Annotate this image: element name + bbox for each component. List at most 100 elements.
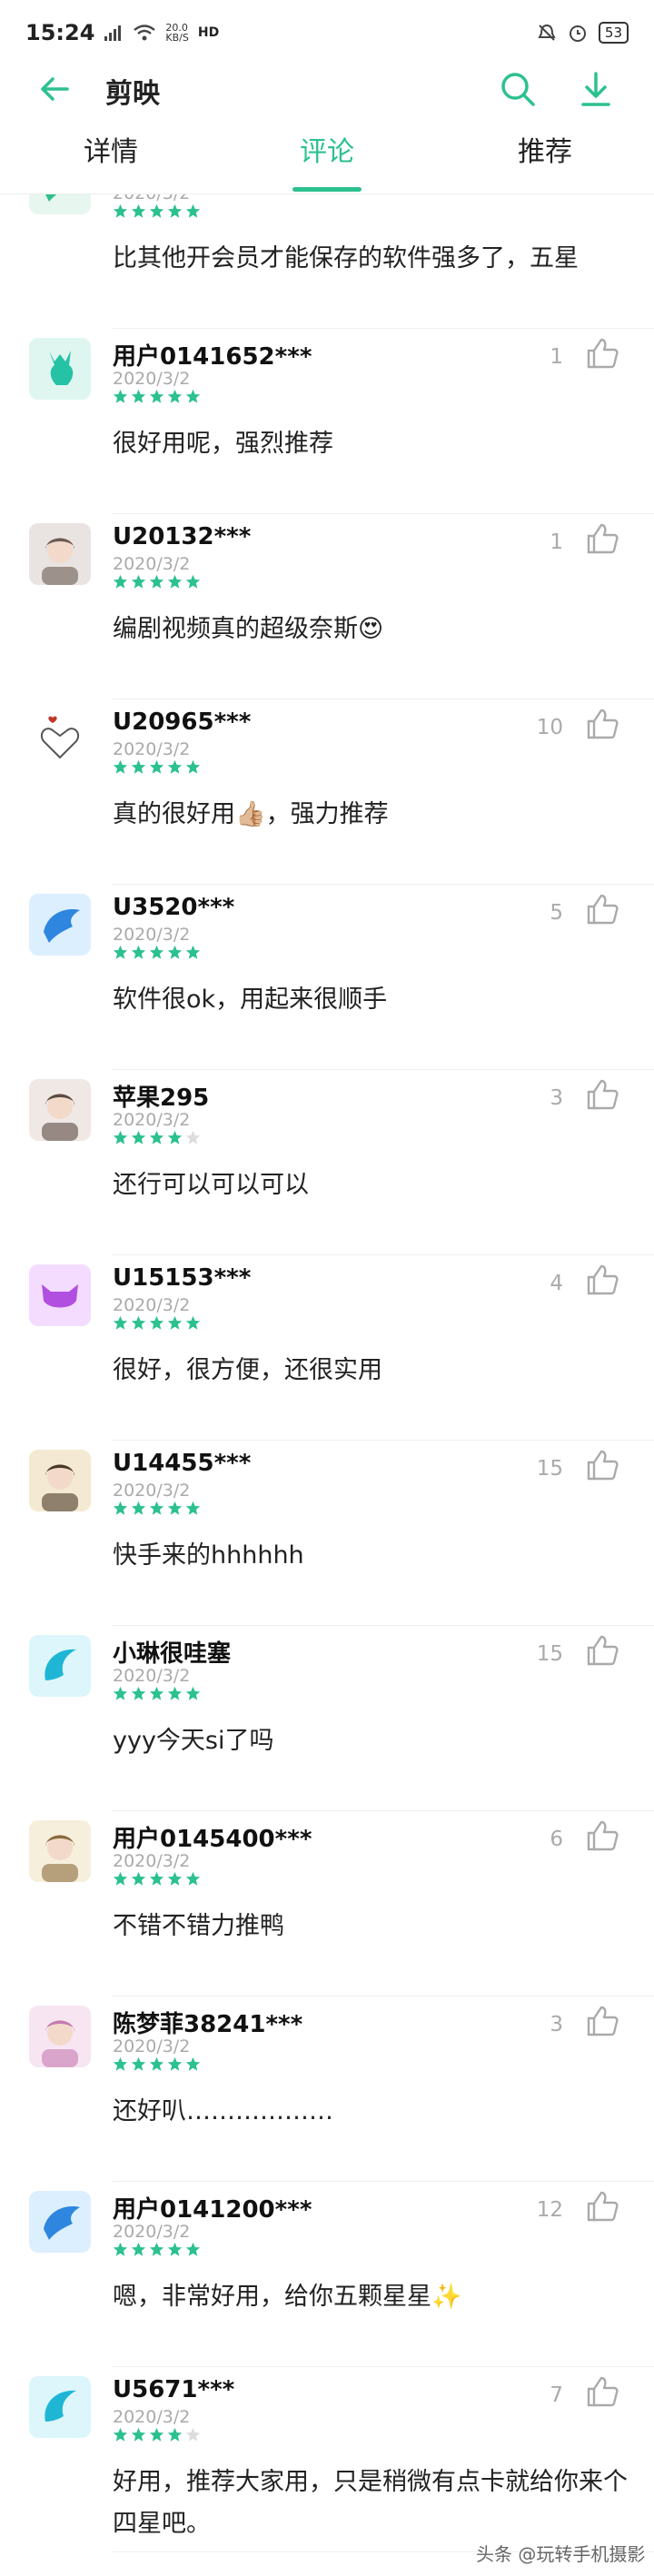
star-icon (149, 1686, 164, 1700)
rating-stars (113, 2427, 201, 2443)
star-icon (113, 574, 128, 589)
thumbs-up-icon[interactable] (585, 892, 619, 926)
avatar[interactable] (29, 194, 91, 214)
thumbs-up-icon[interactable] (585, 1448, 619, 1482)
star-icon (167, 759, 183, 774)
signal-icon (104, 25, 122, 41)
like-count: 3 (550, 1086, 563, 1110)
star-icon (185, 389, 201, 403)
page-title: 剪映 (105, 78, 160, 110)
thumbs-up-icon[interactable] (585, 1633, 619, 1668)
star-icon (149, 2427, 164, 2442)
star-icon (113, 1501, 128, 1515)
avatar[interactable] (29, 1264, 91, 1326)
thumbs-up-icon[interactable] (585, 1077, 619, 1112)
star-icon (185, 1501, 201, 1515)
review-content: 嗯，非常好用，给你五颗星星✨ (113, 2283, 462, 2311)
star-icon (149, 2056, 164, 2071)
review-date: 2020/3/2 (113, 1666, 191, 1686)
star-icon (131, 2056, 146, 2071)
avatar[interactable] (29, 2376, 91, 2438)
review-date: 2020/3/2 (113, 1295, 191, 1315)
like-count: 1 (550, 345, 563, 369)
star-icon (167, 1871, 183, 1886)
review-date: 2020/3/2 (113, 369, 191, 389)
avatar[interactable] (29, 523, 91, 585)
star-icon (167, 945, 183, 959)
star-icon (113, 2056, 128, 2071)
rating-stars (113, 1315, 201, 1332)
thumbs-up-icon[interactable] (585, 2374, 619, 2409)
search-icon[interactable] (498, 69, 538, 109)
star-icon (113, 945, 128, 959)
status-time: 15:24 (25, 20, 95, 45)
thumbs-up-icon[interactable] (585, 1818, 619, 1853)
thumbs-up-icon[interactable] (585, 336, 619, 371)
star-icon (167, 1501, 183, 1515)
download-icon[interactable] (576, 69, 616, 109)
like-count: 6 (550, 1828, 563, 1851)
like-count: 15 (536, 1642, 563, 1666)
like-count: 3 (550, 2013, 563, 2036)
review-username: 用户0141200*** (113, 2196, 312, 2224)
star-icon (185, 945, 201, 959)
review-item: U20132*** 2020/3/2 编剧视频真的超级奈斯😍 1 (0, 514, 654, 699)
review-username: 用户0141652*** (113, 343, 312, 371)
avatar[interactable] (29, 1450, 91, 1511)
star-icon (185, 574, 201, 589)
star-icon (167, 1686, 183, 1700)
thumbs-up-icon[interactable] (585, 707, 619, 741)
review-item: 用户0145400*** 2020/3/2 不错不错力推鸭 6 (0, 1811, 654, 1996)
avatar[interactable] (29, 1079, 91, 1141)
tab-bar: 详情 评论 推荐 (0, 124, 654, 194)
review-list[interactable]: 用户*269662020/3/2比其他开会员才能保存的软件强多了，五星3用户01… (0, 194, 654, 2576)
review-content: 比其他开会员才能保存的软件强多了，五星 (113, 244, 579, 272)
review-date: 2020/3/2 (113, 2036, 191, 2056)
review-content: 快手来的hhhhhh (113, 1541, 304, 1570)
like-count: 12 (536, 2198, 563, 2222)
like-count: 15 (536, 1457, 563, 1481)
app-bar: 剪映 (0, 58, 654, 120)
star-icon (185, 1130, 201, 1144)
review-date: 2020/3/2 (113, 2407, 191, 2427)
review-username: 小琳很哇塞 (113, 1640, 232, 1668)
thumbs-up-icon[interactable] (585, 521, 619, 556)
star-icon (167, 2056, 183, 2071)
rating-stars (113, 1501, 201, 1517)
tab-details[interactable]: 详情 (47, 133, 174, 183)
alarm-icon (569, 25, 586, 42)
avatar[interactable] (29, 894, 91, 956)
avatar[interactable] (29, 2191, 91, 2253)
review-item: U20965*** 2020/3/2 真的很好用👍🏼，强力推荐 10 (0, 699, 654, 885)
review-content: 很好用呢，强烈推荐 (113, 430, 333, 458)
tab-recommend[interactable]: 推荐 (481, 133, 609, 183)
star-icon (149, 574, 164, 589)
review-item: U3520*** 2020/3/2 软件很ok，用起来很顺手 5 (0, 885, 654, 1070)
star-icon (131, 945, 146, 959)
star-icon (167, 1315, 183, 1330)
review-date: 2020/3/2 (113, 194, 190, 203)
avatar[interactable] (29, 1820, 91, 1882)
star-icon (131, 1871, 146, 1886)
tab-reviews[interactable]: 评论 (263, 133, 391, 183)
review-username: U20965*** (113, 708, 252, 736)
watermark: 头条 @玩转手机摄影 (476, 2543, 646, 2565)
active-tab-indicator (292, 187, 362, 192)
avatar[interactable] (29, 338, 91, 400)
thumbs-up-icon[interactable] (585, 2189, 619, 2224)
star-icon (131, 1130, 146, 1144)
avatar[interactable] (29, 1635, 91, 1697)
thumbs-up-icon[interactable] (585, 2004, 619, 2038)
review-username: 苹果295 (113, 1085, 210, 1112)
avatar[interactable] (29, 2006, 91, 2067)
review-date: 2020/3/2 (113, 554, 191, 574)
review-item: U5671*** 2020/3/2 好用，推荐大家用，只是稍微有点卡就给你来个四星吧… (0, 2367, 654, 2552)
avatar[interactable] (29, 708, 91, 770)
review-username: U3520*** (113, 894, 235, 921)
star-icon (131, 2427, 146, 2442)
star-icon (149, 203, 164, 218)
star-icon (113, 2427, 128, 2442)
arrow-left-icon[interactable] (36, 71, 73, 107)
thumbs-up-icon[interactable] (585, 1263, 619, 1297)
review-item: 用户0141200*** 2020/3/2 嗯，非常好用，给你五颗星星✨ 12 (0, 2182, 654, 2367)
